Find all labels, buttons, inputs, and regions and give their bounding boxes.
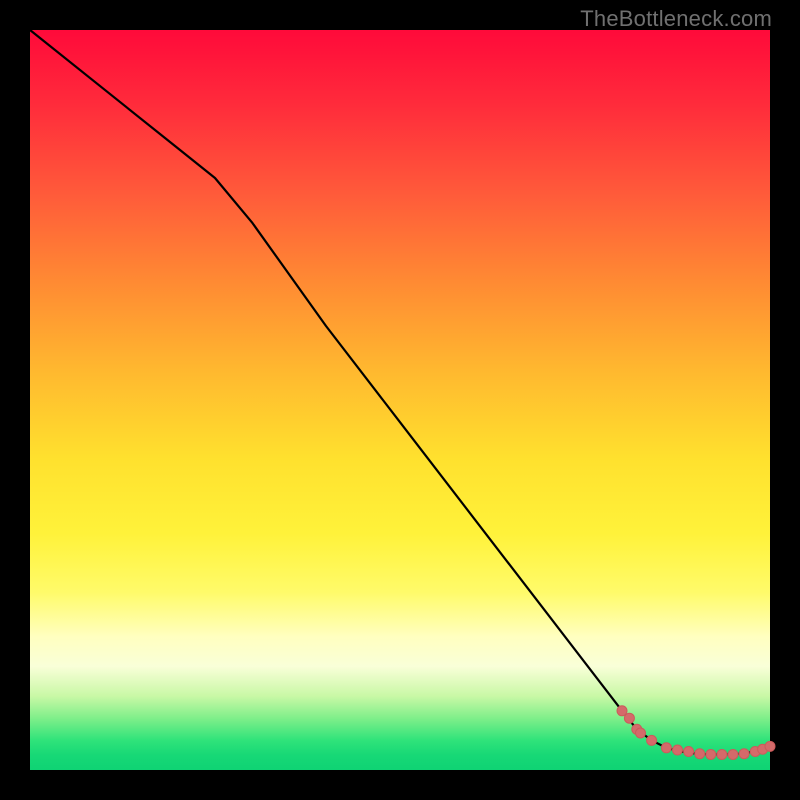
data-point-marker [636, 728, 646, 738]
data-point-marker [695, 749, 705, 759]
bottleneck-curve [30, 30, 770, 754]
watermark-text: TheBottleneck.com [580, 6, 772, 32]
data-point-marker [647, 735, 657, 745]
chart-frame: TheBottleneck.com [0, 0, 800, 800]
data-point-marker [706, 749, 716, 759]
plot-area [30, 30, 770, 770]
data-point-marker [728, 749, 738, 759]
data-point-marker [717, 749, 727, 759]
chart-svg [30, 30, 770, 770]
data-point-marker [765, 741, 775, 751]
data-point-marker [684, 747, 694, 757]
data-point-marker [624, 713, 634, 723]
data-point-marker [661, 743, 671, 753]
data-point-marker [673, 745, 683, 755]
data-point-marker [739, 749, 749, 759]
curve-markers [617, 706, 775, 760]
data-point-marker [617, 706, 627, 716]
